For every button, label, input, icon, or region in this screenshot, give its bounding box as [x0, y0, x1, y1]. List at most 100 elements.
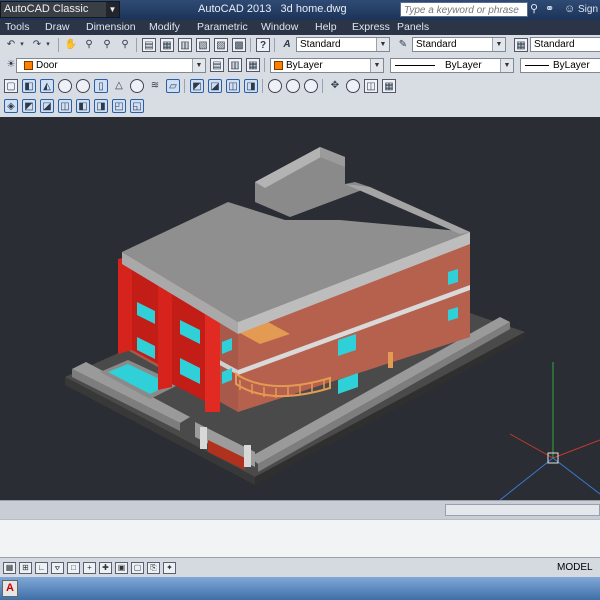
properties-icon[interactable]: ▤: [142, 38, 156, 52]
otrack-icon[interactable]: ▣: [115, 562, 128, 574]
cone-icon[interactable]: [58, 79, 72, 93]
model-space-toggle[interactable]: MODEL: [557, 562, 593, 573]
menu-tools[interactable]: Tools: [5, 21, 30, 33]
table-style-icon[interactable]: ▦: [514, 38, 528, 52]
ortho-icon[interactable]: ⦡: [51, 562, 64, 574]
chevron-down-icon[interactable]: ▼: [492, 38, 505, 51]
offset-edges-icon[interactable]: ◱: [130, 99, 144, 113]
workspace-selector[interactable]: AutoCAD Classic ▼: [0, 1, 120, 18]
ucs-z-axis: [499, 457, 554, 500]
3d-array-icon[interactable]: ▦: [382, 79, 396, 93]
osnap-icon[interactable]: +: [83, 562, 96, 574]
color-select[interactable]: ByLayer ▼: [270, 58, 384, 73]
menu-express[interactable]: Express: [352, 21, 390, 33]
chevron-down-icon[interactable]: ▼: [500, 59, 513, 72]
text-style-select[interactable]: Standard ▼: [296, 37, 390, 52]
command-line[interactable]: [0, 519, 600, 558]
polysolid-icon[interactable]: ▢: [4, 79, 18, 93]
menu-window[interactable]: Window: [261, 21, 298, 33]
layer-previous-icon[interactable]: ▤: [210, 58, 224, 72]
torus-icon[interactable]: [130, 79, 144, 93]
toolbar-separator: [184, 79, 185, 93]
menu-help[interactable]: Help: [315, 21, 337, 33]
tool-palettes-icon[interactable]: ▥: [178, 38, 192, 52]
zoom-realtime-icon[interactable]: ⚲: [82, 38, 96, 52]
window-title: AutoCAD 2013 3d home.dwg: [198, 3, 347, 15]
3d-rotate-icon[interactable]: [346, 79, 360, 93]
quickcalc-icon[interactable]: ▩: [232, 38, 246, 52]
sweep-icon[interactable]: ◫: [226, 79, 240, 93]
intersect-icon[interactable]: [304, 79, 318, 93]
undo-icon[interactable]: ↶: [4, 38, 18, 52]
presspull-icon[interactable]: ◪: [208, 79, 222, 93]
undo-dropdown-icon[interactable]: ▾: [18, 38, 26, 52]
subtract-icon[interactable]: [286, 79, 300, 93]
lineweight-select[interactable]: ByLayer: [520, 58, 600, 73]
menu-modify[interactable]: Modify: [149, 21, 180, 33]
revolve-icon[interactable]: ◨: [244, 79, 258, 93]
infer-constraints-icon[interactable]: ▦: [3, 562, 16, 574]
wedge-icon[interactable]: ◭: [40, 79, 54, 93]
3d-osnap-icon[interactable]: ✚: [99, 562, 112, 574]
help-icon[interactable]: ?: [256, 38, 270, 52]
pyramid-icon[interactable]: △: [112, 79, 126, 93]
chevron-down-icon[interactable]: ▼: [376, 38, 389, 51]
union-icon[interactable]: [268, 79, 282, 93]
3d-move-icon[interactable]: ✥: [328, 79, 342, 93]
text-style-icon[interactable]: A: [280, 38, 294, 52]
extrude-icon[interactable]: ◩: [190, 79, 204, 93]
menu-draw[interactable]: Draw: [45, 21, 70, 33]
pan-icon[interactable]: ✋: [64, 38, 78, 52]
zoom-previous-icon[interactable]: ⚲: [118, 38, 132, 52]
imprint-icon[interactable]: ◰: [112, 99, 126, 113]
sphere-icon[interactable]: [76, 79, 90, 93]
menu-dimension[interactable]: Dimension: [86, 21, 136, 33]
table-style-select[interactable]: Standard: [530, 37, 600, 52]
grid-icon[interactable]: ∟: [35, 562, 48, 574]
zoom-window-icon[interactable]: ⚲: [100, 38, 114, 52]
linetype-select[interactable]: ByLayer ▼: [390, 58, 514, 73]
make-current-icon[interactable]: ▥: [228, 58, 242, 72]
redo-icon[interactable]: ↷: [30, 38, 44, 52]
search-icon[interactable]: ⚲: [530, 2, 544, 17]
planar-surface-icon[interactable]: ▱: [166, 79, 180, 93]
interfere-icon[interactable]: ◈: [4, 99, 18, 113]
layer-states-icon[interactable]: ▦: [246, 58, 260, 72]
color-value: ByLayer: [286, 60, 323, 71]
drawing-viewport[interactable]: [0, 122, 600, 500]
autocad-icon[interactable]: A: [2, 580, 18, 597]
chevron-down-icon[interactable]: ▼: [192, 59, 205, 72]
chevron-down-icon[interactable]: ▼: [106, 2, 119, 17]
extract-edges-icon[interactable]: ◨: [94, 99, 108, 113]
cylinder-icon[interactable]: ▯: [94, 79, 108, 93]
menu-parametric[interactable]: Parametric: [197, 21, 248, 33]
redo-dropdown-icon[interactable]: ▾: [44, 38, 52, 52]
horizontal-scrollbar[interactable]: [445, 504, 600, 516]
box-icon[interactable]: ◧: [22, 79, 36, 93]
thicken-icon[interactable]: ◪: [40, 99, 54, 113]
sheet-set-icon[interactable]: ▧: [196, 38, 210, 52]
3d-align-icon[interactable]: ◫: [364, 79, 378, 93]
polar-icon[interactable]: □: [67, 562, 80, 574]
workspace-label: AutoCAD Classic: [4, 3, 89, 15]
user-icon[interactable]: ☺: [564, 3, 575, 15]
title-bar: AutoCAD Classic ▼ AutoCAD 2013 3d home.d…: [0, 0, 600, 20]
slice-icon[interactable]: ◩: [22, 99, 36, 113]
help-search-input[interactable]: Type a keyword or phrase: [400, 2, 528, 17]
snap-icon[interactable]: ⊞: [19, 562, 32, 574]
layer-select[interactable]: Door ▼: [16, 58, 206, 73]
convert-to-solid-icon[interactable]: ◫: [58, 99, 72, 113]
menu-panels[interactable]: Panels: [397, 21, 429, 33]
chevron-down-icon[interactable]: ▼: [370, 59, 383, 72]
ducs-icon[interactable]: ▢: [131, 562, 144, 574]
sign-in-link[interactable]: Sign: [578, 4, 598, 15]
dyn-icon[interactable]: ⎘: [147, 562, 160, 574]
lineweight-icon[interactable]: ✦: [163, 562, 176, 574]
helix-icon[interactable]: ≋: [148, 79, 162, 93]
markup-icon[interactable]: ▨: [214, 38, 228, 52]
design-center-icon[interactable]: ▦: [160, 38, 174, 52]
dim-style-select[interactable]: Standard ▼: [412, 37, 506, 52]
dim-style-icon[interactable]: ✎: [396, 38, 410, 52]
binoculars-icon[interactable]: ⚭: [545, 2, 554, 15]
convert-to-surface-icon[interactable]: ◧: [76, 99, 90, 113]
